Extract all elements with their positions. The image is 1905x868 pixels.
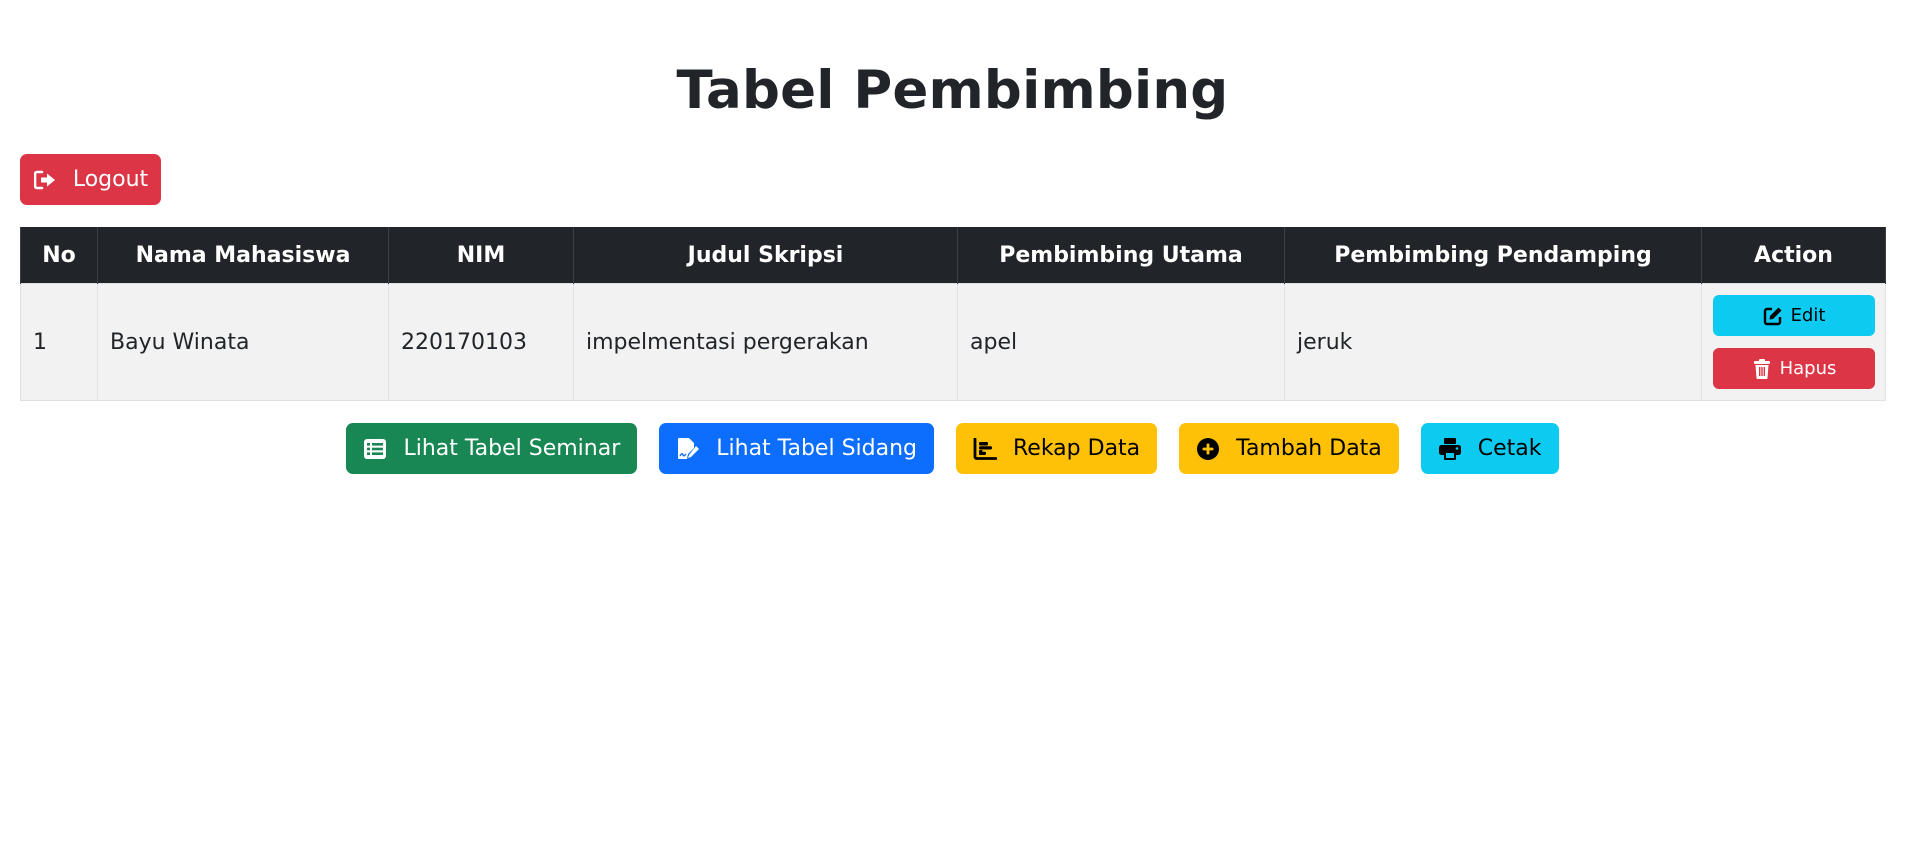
cetak-button[interactable]: Cetak [1420, 423, 1559, 474]
bottom-actions: Lihat Tabel Seminar Lihat Tabel Sidang R… [20, 423, 1885, 474]
hapus-label: Hapus [1779, 358, 1837, 379]
page-title: Tabel Pembimbing [676, 60, 1229, 121]
cell-nama: Bayu Winata [97, 283, 389, 401]
edit-label: Edit [1790, 305, 1826, 326]
cell-judul: impelmentasi pergerakan [573, 283, 958, 401]
table-row: 1 Bayu Winata 220170103 impelmentasi per… [20, 283, 1886, 401]
column-header-no: No [20, 227, 98, 284]
column-header-utama: Pembimbing Utama [957, 227, 1285, 284]
cell-nim: 220170103 [388, 283, 574, 401]
edit-icon [1763, 306, 1783, 326]
logout-label: Logout [72, 167, 149, 192]
table-header-row: No Nama Mahasiswa NIM Judul Skripsi Pemb… [20, 227, 1886, 284]
cetak-label: Cetak [1477, 436, 1542, 461]
plus-circle-icon [1196, 437, 1220, 461]
column-header-nama: Nama Mahasiswa [97, 227, 389, 284]
page: Tabel Pembimbing Logout No Nama Mahasisw… [0, 0, 1905, 868]
column-header-pendamping: Pembimbing Pendamping [1284, 227, 1702, 284]
edit-button[interactable]: Edit [1713, 295, 1875, 336]
cell-action: Edit Hapus [1701, 283, 1886, 401]
column-header-action: Action [1701, 227, 1886, 284]
cell-utama: apel [957, 283, 1285, 401]
lihat-tabel-seminar-button[interactable]: Lihat Tabel Seminar [346, 423, 638, 474]
column-header-nim: NIM [388, 227, 574, 284]
trash-icon [1752, 358, 1772, 379]
cell-no: 1 [20, 283, 98, 401]
tambah-data-label: Tambah Data [1236, 436, 1382, 461]
signature-icon [676, 437, 700, 461]
print-icon [1438, 437, 1462, 461]
lihat-tabel-sidang-button[interactable]: Lihat Tabel Sidang [659, 423, 934, 474]
lihat-tabel-seminar-label: Lihat Tabel Seminar [403, 436, 621, 461]
list-table-icon [363, 437, 387, 461]
cell-pendamping: jeruk [1284, 283, 1702, 401]
column-header-judul: Judul Skripsi [573, 227, 958, 284]
rekap-data-label: Rekap Data [1013, 436, 1141, 461]
hapus-button[interactable]: Hapus [1713, 348, 1875, 389]
logout-button[interactable]: Logout [20, 154, 161, 205]
bar-chart-icon [973, 437, 997, 461]
tambah-data-button[interactable]: Tambah Data [1179, 423, 1399, 474]
pembimbing-table: No Nama Mahasiswa NIM Judul Skripsi Pemb… [20, 227, 1886, 401]
lihat-tabel-sidang-label: Lihat Tabel Sidang [716, 436, 917, 461]
rekap-data-button[interactable]: Rekap Data [956, 423, 1158, 474]
logout-icon [33, 168, 57, 192]
